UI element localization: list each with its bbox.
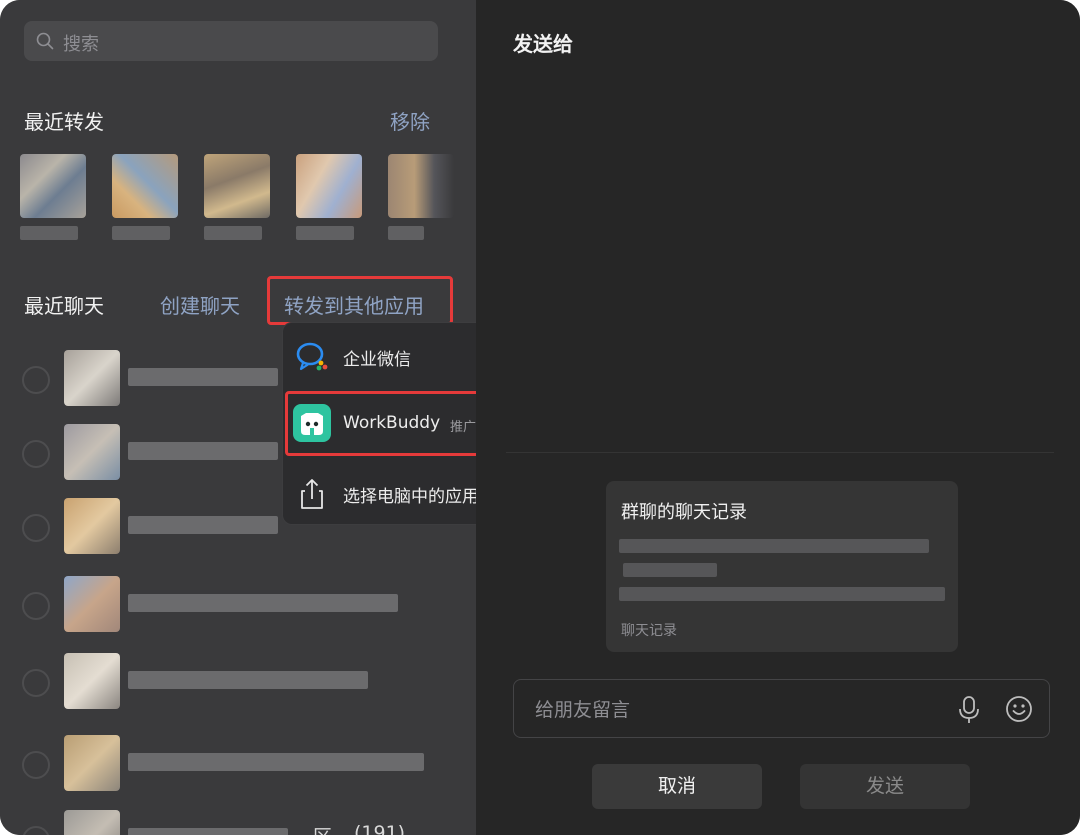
message-input[interactable]: 给朋友留言 xyxy=(513,679,1050,738)
avatar xyxy=(64,735,120,791)
avatar xyxy=(64,498,120,554)
wecom-icon xyxy=(296,342,328,371)
unread-count: (191) xyxy=(354,822,406,835)
recent-forward-list xyxy=(20,154,460,249)
emoji-icon[interactable] xyxy=(1005,695,1033,723)
card-line xyxy=(623,563,717,577)
chat-name xyxy=(128,594,398,612)
recent-chats-title: 最近聊天 xyxy=(24,294,104,318)
send-button[interactable]: 发送 xyxy=(800,764,970,809)
search-box[interactable]: 搜索 xyxy=(24,21,438,61)
card-footer: 聊天记录 xyxy=(621,623,677,639)
chat-name xyxy=(128,516,278,534)
select-radio[interactable] xyxy=(22,826,50,835)
avatar xyxy=(20,154,86,218)
select-radio[interactable] xyxy=(22,440,50,468)
chat-row[interactable] xyxy=(18,651,448,711)
avatar xyxy=(204,154,270,218)
recent-forward-name xyxy=(388,226,424,240)
chat-name xyxy=(128,828,288,835)
recent-forward-item[interactable] xyxy=(204,154,270,240)
chat-name xyxy=(128,753,424,771)
menu-item-label: 企业微信 xyxy=(343,350,411,370)
divider xyxy=(506,452,1054,453)
chat-name xyxy=(128,671,368,689)
avatar xyxy=(388,154,454,218)
chat-row[interactable] xyxy=(18,574,448,634)
avatar xyxy=(64,653,120,709)
chat-row[interactable]: …区 (191) xyxy=(18,808,448,835)
chat-row[interactable] xyxy=(18,733,448,793)
recent-forward-item[interactable] xyxy=(20,154,86,240)
create-chat-button[interactable]: 创建聊天 xyxy=(160,290,240,319)
recent-forward-item[interactable] xyxy=(388,154,454,240)
avatar xyxy=(112,154,178,218)
message-placeholder: 给朋友留言 xyxy=(535,699,631,721)
search-placeholder: 搜索 xyxy=(63,34,99,55)
recent-forward-item[interactable] xyxy=(296,154,362,240)
card-line xyxy=(619,539,929,553)
share-icon xyxy=(301,479,323,509)
recent-forward-title: 最近转发 xyxy=(24,110,104,134)
avatar xyxy=(64,576,120,632)
cancel-button[interactable]: 取消 xyxy=(592,764,762,809)
select-radio[interactable] xyxy=(22,669,50,697)
microphone-icon[interactable] xyxy=(958,696,980,724)
chat-history-card: 群聊的聊天记录 聊天记录 xyxy=(606,481,958,652)
recent-forward-item[interactable] xyxy=(112,154,178,240)
avatar xyxy=(64,350,120,406)
select-radio[interactable] xyxy=(22,366,50,394)
avatar xyxy=(64,424,120,480)
chat-name xyxy=(128,442,278,460)
menu-item-label: 选择电脑中的应用 xyxy=(343,487,479,507)
recent-forward-name xyxy=(112,226,170,240)
avatar xyxy=(64,810,120,835)
search-icon xyxy=(36,32,54,50)
card-title: 群聊的聊天记录 xyxy=(621,502,747,523)
card-line xyxy=(619,587,945,601)
chat-name-tail: …区 xyxy=(294,822,332,835)
select-radio[interactable] xyxy=(22,751,50,779)
recent-forward-name xyxy=(20,226,78,240)
select-radio[interactable] xyxy=(22,514,50,542)
chat-name xyxy=(128,368,278,386)
recent-forward-name xyxy=(296,226,354,240)
select-radio[interactable] xyxy=(22,592,50,620)
send-to-pane: 发送给 群聊的聊天记录 聊天记录 给朋友留言 取消 发送 xyxy=(476,0,1080,835)
remove-button[interactable]: 移除 xyxy=(390,106,430,135)
recent-forward-name xyxy=(204,226,262,240)
highlight-box xyxy=(267,276,453,325)
send-to-title: 发送给 xyxy=(513,32,573,56)
avatar xyxy=(296,154,362,218)
forward-dialog: 搜索 最近转发 移除 最近聊天 创建聊天 转发到其他应用 (191) 企业微信 … xyxy=(0,0,1080,835)
